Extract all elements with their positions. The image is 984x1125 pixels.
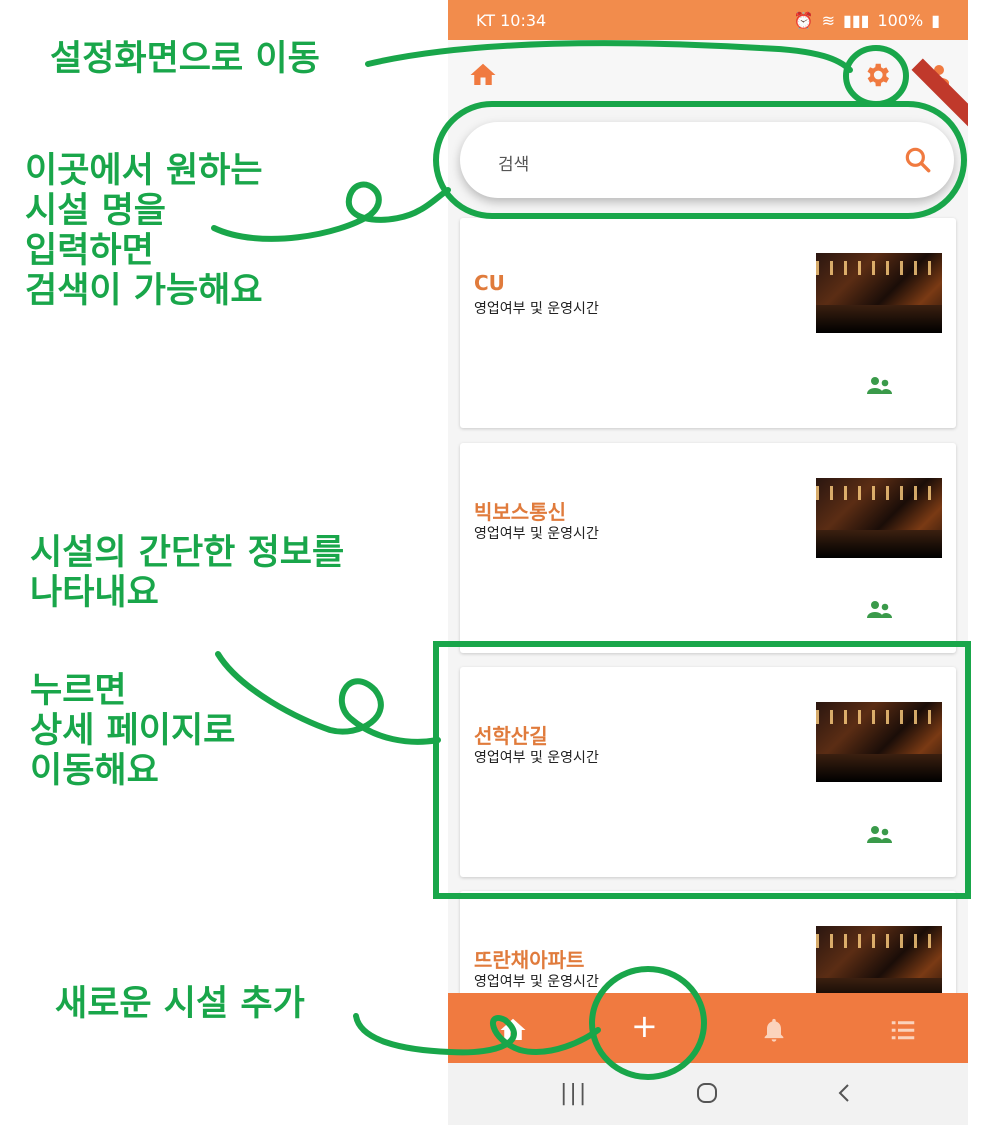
wifi-icon: ≋: [821, 10, 836, 30]
list-icon[interactable]: [888, 1015, 918, 1049]
facility-card[interactable]: 빅보스통신 영업여부 및 운영시간: [460, 443, 956, 653]
bottom-nav: +: [448, 993, 968, 1063]
home-system-icon[interactable]: [696, 1081, 718, 1111]
facility-name: 뜨란채아파트: [474, 948, 585, 972]
facility-status: 영업여부 및 운영시간: [474, 750, 599, 766]
recent-apps-icon[interactable]: |||: [560, 1081, 588, 1106]
status-carrier-time: KT 10:34: [476, 10, 547, 30]
people-icon: [866, 374, 894, 402]
battery-level: 100%: [877, 10, 924, 30]
signal-icon: ▮▮▮: [843, 10, 870, 30]
facility-thumbnail: [816, 478, 942, 558]
people-icon: [866, 598, 894, 626]
status-bar: KT 10:34 ⏰ ≋ ▮▮▮ 100% ▮: [448, 0, 968, 40]
facility-name: 선학산길: [474, 724, 548, 748]
annotation-card-info: 시설의 간단한 정보를 나타내요: [30, 533, 345, 613]
annotation-card-press: 누르면 상세 페이지로 이동해요: [30, 671, 236, 791]
annotation-add: 새로운 시설 추가: [55, 984, 305, 1024]
arrow-to-card: [215, 651, 441, 745]
app-bar: [448, 40, 968, 134]
back-icon[interactable]: [836, 1081, 852, 1111]
alarm-icon: ⏰: [793, 10, 814, 30]
search-bar[interactable]: 검색: [460, 122, 954, 198]
annotation-search: 이곳에서 원하는 시설 명을 입력하면 검색이 가능해요: [25, 151, 263, 311]
nav-home-icon[interactable]: [498, 1015, 528, 1049]
facility-card[interactable]: 선학산길 영업여부 및 운영시간: [460, 667, 956, 877]
search-input[interactable]: 검색: [498, 150, 529, 175]
bell-icon[interactable]: [760, 1015, 788, 1049]
facility-status: 영업여부 및 운영시간: [474, 526, 599, 542]
facility-status: 영업여부 및 운영시간: [474, 301, 599, 317]
gear-icon[interactable]: [862, 60, 892, 94]
system-nav-bar: |||: [448, 1063, 968, 1125]
search-icon[interactable]: [902, 144, 934, 180]
facility-thumbnail: [816, 253, 942, 333]
home-icon[interactable]: [468, 60, 498, 94]
add-button[interactable]: +: [631, 1007, 658, 1045]
annotation-settings: 설정화면으로 이동: [50, 39, 320, 79]
people-icon: [866, 823, 894, 851]
battery-icon: ▮: [931, 10, 940, 30]
facility-thumbnail: [816, 702, 942, 782]
facility-name: CU: [474, 271, 505, 295]
phone-screen: KT 10:34 ⏰ ≋ ▮▮▮ 100% ▮ 검색 CU 영업여부 및 운영시…: [448, 0, 968, 1125]
facility-card[interactable]: CU 영업여부 및 운영시간: [460, 218, 956, 428]
facility-status: 영업여부 및 운영시간: [474, 974, 599, 990]
facility-name: 빅보스통신: [474, 500, 566, 524]
